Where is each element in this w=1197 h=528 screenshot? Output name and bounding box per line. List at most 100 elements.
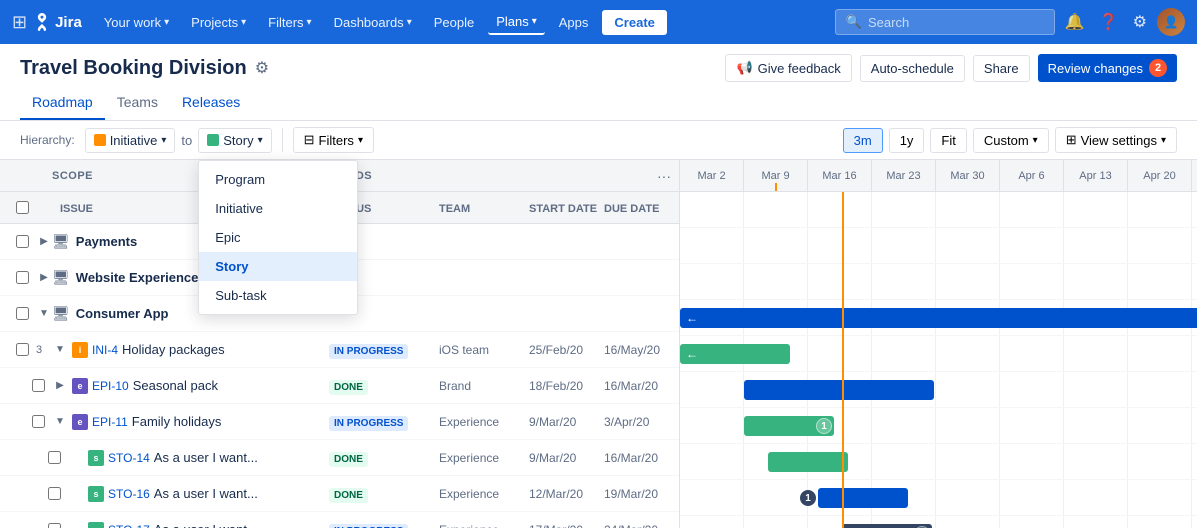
time-3m-button[interactable]: 3m	[843, 128, 883, 153]
view-settings-button[interactable]: ⊞ View settings ▾	[1055, 127, 1177, 153]
main-area: SCOPE FIELDS ··· Issue Status Team Start…	[0, 160, 1197, 528]
table-row: s STO-14 As a user I want... DONE Experi…	[0, 440, 679, 476]
time-1y-button[interactable]: 1y	[889, 128, 925, 153]
apps-nav[interactable]: Apps	[551, 11, 597, 34]
issue-key[interactable]: EPI-11	[92, 415, 128, 429]
issue-title: Family holidays	[132, 414, 222, 429]
divider	[282, 128, 283, 152]
gantt-col-mar9: Mar 9	[744, 160, 808, 191]
gantt-bar-sto18[interactable]: 1	[842, 524, 932, 528]
issue-title: As a user I want...	[154, 450, 258, 465]
gear-button[interactable]: ⚙	[255, 58, 269, 78]
projects-nav[interactable]: Projects ▾	[183, 11, 254, 34]
status-badge: DONE	[329, 488, 368, 503]
chevron-down-icon2: ▾	[258, 135, 263, 146]
gantt-col-mar30: Mar 30	[936, 160, 1000, 191]
row-checkbox[interactable]	[16, 235, 29, 248]
row-checkbox[interactable]	[16, 271, 29, 284]
to-label: to	[181, 133, 192, 148]
your-work-nav[interactable]: Your work ▾	[96, 11, 177, 34]
expand-icon[interactable]: ▼	[52, 416, 68, 427]
tab-roadmap[interactable]: Roadmap	[20, 86, 105, 120]
hierarchy-from-select[interactable]: Initiative ▾	[85, 128, 176, 153]
gantt-bar-epi10[interactable]: ←	[680, 344, 790, 364]
gantt-col-apr6: Apr 6	[1000, 160, 1064, 191]
gantt-bar-ini4[interactable]: ←	[680, 308, 1197, 328]
gantt-bar-epi11[interactable]	[744, 380, 934, 400]
row-checkbox[interactable]	[48, 523, 61, 528]
help-icon[interactable]: ❓	[1095, 8, 1123, 36]
issue-key[interactable]: STO-14	[108, 451, 150, 465]
row-checkbox[interactable]	[32, 415, 45, 428]
issue-title: Holiday packages	[122, 342, 225, 357]
issue-key[interactable]: STO-16	[108, 487, 150, 501]
gantt-row	[680, 228, 1197, 264]
time-fit-button[interactable]: Fit	[930, 128, 966, 153]
dropdown-item-epic[interactable]: Epic	[199, 223, 357, 252]
view-caret: ▾	[1161, 135, 1166, 146]
gantt-header: Mar 2 Mar 9 Mar 16 Mar 23 Mar 30 Apr 6 A…	[680, 160, 1197, 192]
people-nav[interactable]: People	[426, 11, 482, 34]
megaphone-icon: 📢	[736, 60, 752, 76]
gantt-bar-sto17[interactable]	[818, 488, 908, 508]
gantt-col-apr20: Apr 20	[1128, 160, 1192, 191]
grid-icon[interactable]: ⊞	[12, 12, 27, 33]
issue-key[interactable]: INI-4	[92, 343, 118, 357]
row-checkbox[interactable]	[48, 487, 61, 500]
tab-teams[interactable]: Teams	[105, 86, 170, 120]
gantt-row	[680, 192, 1197, 228]
fields-more-icon[interactable]: ···	[657, 168, 671, 184]
feedback-button[interactable]: 📢 Give feedback	[725, 54, 851, 82]
search-bar[interactable]: 🔍 Search	[835, 9, 1055, 35]
issue-key[interactable]: STO-17	[108, 523, 150, 528]
avatar[interactable]: 👤	[1157, 8, 1185, 36]
group-title: Payments	[76, 234, 137, 249]
hierarchy-to-select[interactable]: Story ▾ Program Initiative Epic Story Su…	[198, 128, 271, 153]
row-checkbox[interactable]	[48, 451, 61, 464]
create-button[interactable]: Create	[602, 10, 666, 35]
gantt-bar-sto16[interactable]	[768, 452, 848, 472]
gantt-bar-sto14[interactable]: 1	[744, 416, 834, 436]
review-button[interactable]: Review changes 2	[1038, 54, 1177, 82]
autoschedule-button[interactable]: Auto-schedule	[860, 55, 965, 82]
gantt-row-sto17: 1	[680, 480, 1197, 516]
filters-button[interactable]: ⊟ Filters ▾	[293, 127, 374, 153]
notifications-icon[interactable]: 🔔	[1061, 8, 1089, 36]
row-checkbox[interactable]	[16, 343, 29, 356]
dropdown-item-program[interactable]: Program	[199, 165, 357, 194]
epi-icon: e	[72, 414, 88, 430]
scope-label: SCOPE	[52, 170, 93, 182]
dropdown-item-subtask[interactable]: Sub-task	[199, 281, 357, 310]
dropdown-item-initiative[interactable]: Initiative	[199, 194, 357, 223]
dashboards-nav[interactable]: Dashboards ▾	[326, 11, 420, 34]
issue-key[interactable]: EPI-10	[92, 379, 129, 393]
expand-icon[interactable]: ▶	[52, 380, 68, 391]
time-custom-button[interactable]: Custom ▾	[973, 128, 1049, 153]
status-badge: IN PROGRESS	[329, 524, 408, 528]
sto-icon: s	[88, 522, 104, 528]
sto-icon: s	[88, 450, 104, 466]
gantt-row-sto16	[680, 444, 1197, 480]
select-all-checkbox[interactable]	[16, 201, 29, 214]
jira-logo[interactable]: Jira	[33, 13, 82, 31]
dropdown-item-story[interactable]: Story	[199, 252, 357, 281]
gantt-row-sto18: 1	[680, 516, 1197, 528]
settings-icon[interactable]: ⚙	[1129, 8, 1151, 36]
expand-icon[interactable]: ▶	[36, 272, 52, 283]
group-title: Website Experience	[76, 270, 199, 285]
row-checkbox[interactable]	[32, 379, 45, 392]
row-checkbox[interactable]	[16, 307, 29, 320]
expand-icon[interactable]: ▼	[52, 344, 68, 355]
table-row: s STO-17 As a user I want... IN PROGRESS…	[0, 512, 679, 528]
page-title: Travel Booking Division	[20, 57, 247, 80]
gantt-col-mar23: Mar 23	[872, 160, 936, 191]
hierarchy-dropdown-menu: Program Initiative Epic Story Sub-task	[198, 160, 358, 315]
tab-releases[interactable]: Releases	[170, 86, 252, 120]
plans-nav[interactable]: Plans ▾	[488, 10, 545, 35]
expand-icon[interactable]: ▶	[36, 236, 52, 247]
table-row: 3 ▼ i INI-4 Holiday packages IN PROGRESS…	[0, 332, 679, 368]
filters-nav[interactable]: Filters ▾	[260, 11, 319, 34]
issue-title: As a user I want...	[154, 486, 258, 501]
expand-icon[interactable]: ▼	[36, 308, 52, 319]
share-button[interactable]: Share	[973, 55, 1030, 82]
